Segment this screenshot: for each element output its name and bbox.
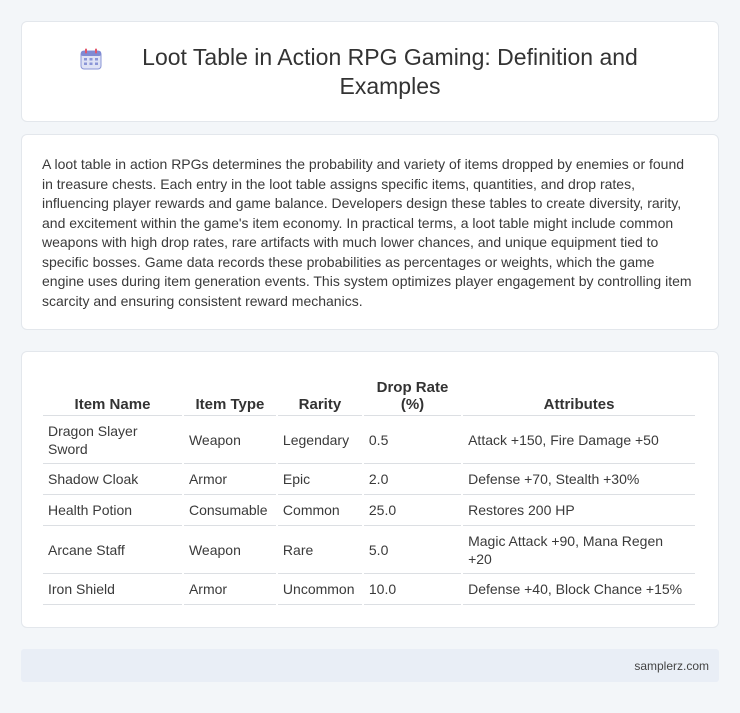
cell-drop-rate: 5.0 — [363, 526, 462, 574]
header-attributes: Attributes — [463, 372, 695, 416]
table-header-row: Item Name Item Type Rarity Drop Rate (%)… — [43, 372, 695, 416]
description-text: A loot table in action RPGs determines t… — [42, 156, 692, 309]
page-title: Loot Table in Action RPG Gaming: Definit… — [142, 43, 638, 99]
cell-rarity: Rare — [277, 526, 362, 574]
cell-item-name: Shadow Cloak — [43, 464, 182, 495]
cell-attributes: Attack +150, Fire Damage +50 — [463, 416, 695, 464]
cell-item-name: Arcane Staff — [43, 526, 182, 574]
cell-drop-rate: 10.0 — [363, 574, 462, 605]
cell-item-type: Armor — [183, 574, 276, 605]
cell-rarity: Legendary — [277, 416, 362, 464]
header-drop-rate: Drop Rate (%) — [363, 372, 462, 416]
table-row: Health Potion Consumable Common 25.0 Res… — [43, 495, 695, 526]
header-rarity: Rarity — [277, 372, 362, 416]
cell-item-type: Weapon — [183, 416, 276, 464]
header-item-name: Item Name — [43, 372, 182, 416]
cell-item-type: Armor — [183, 464, 276, 495]
cell-item-name: Iron Shield — [43, 574, 182, 605]
cell-drop-rate: 2.0 — [363, 464, 462, 495]
calendar-icon — [80, 48, 102, 69]
loot-table: Item Name Item Type Rarity Drop Rate (%)… — [41, 372, 697, 605]
footer-site-link[interactable]: samplerz.com — [634, 659, 709, 673]
table-row: Arcane Staff Weapon Rare 5.0 Magic Attac… — [43, 526, 695, 574]
cell-attributes: Defense +40, Block Chance +15% — [463, 574, 695, 605]
table-row: Dragon Slayer Sword Weapon Legendary 0.5… — [43, 416, 695, 464]
cell-attributes: Defense +70, Stealth +30% — [463, 464, 695, 495]
cell-rarity: Uncommon — [277, 574, 362, 605]
cell-item-type: Consumable — [183, 495, 276, 526]
table-row: Shadow Cloak Armor Epic 2.0 Defense +70,… — [43, 464, 695, 495]
header-item-type: Item Type — [183, 372, 276, 416]
cell-rarity: Common — [277, 495, 362, 526]
title-wrap: Loot Table in Action RPG Gaming: Definit… — [70, 43, 670, 101]
cell-drop-rate: 25.0 — [363, 495, 462, 526]
cell-item-name: Health Potion — [43, 495, 182, 526]
description-card: A loot table in action RPGs determines t… — [21, 134, 719, 330]
cell-attributes: Magic Attack +90, Mana Regen +20 — [463, 526, 695, 574]
table-card: Item Name Item Type Rarity Drop Rate (%)… — [21, 351, 719, 628]
cell-item-name: Dragon Slayer Sword — [43, 416, 182, 464]
footer: samplerz.com — [21, 649, 719, 682]
cell-attributes: Restores 200 HP — [463, 495, 695, 526]
cell-rarity: Epic — [277, 464, 362, 495]
cell-drop-rate: 0.5 — [363, 416, 462, 464]
title-card: Loot Table in Action RPG Gaming: Definit… — [21, 21, 719, 122]
table-row: Iron Shield Armor Uncommon 10.0 Defense … — [43, 574, 695, 605]
cell-item-type: Weapon — [183, 526, 276, 574]
